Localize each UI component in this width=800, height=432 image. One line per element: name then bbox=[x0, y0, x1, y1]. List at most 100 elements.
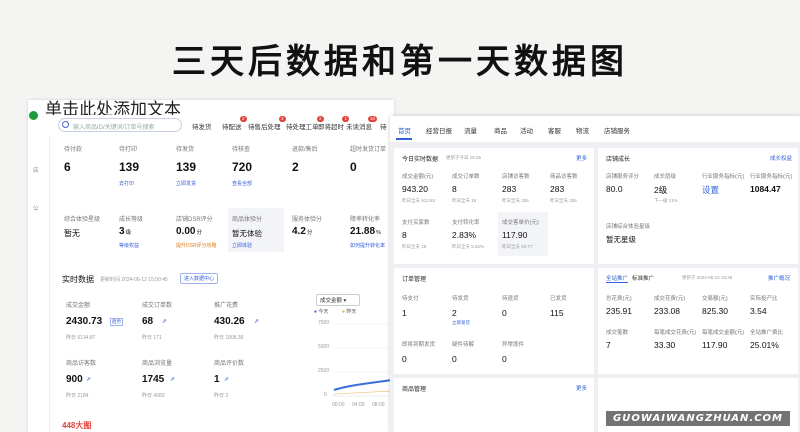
level-rights-link[interactable]: 等级权益 bbox=[119, 242, 139, 249]
cell-label: 即将到期发货 bbox=[402, 342, 436, 348]
nav-service[interactable]: 客服 bbox=[548, 125, 561, 135]
stat-label: 退款/售后 bbox=[292, 147, 318, 153]
cell-label: 成交客单价(元) bbox=[502, 220, 539, 226]
stat-value[interactable]: 0 bbox=[350, 160, 357, 174]
cell-label: 疑件待解 bbox=[452, 342, 475, 348]
experience-link[interactable]: 立即体验 bbox=[232, 242, 252, 249]
cell-value: 0 bbox=[502, 308, 507, 318]
tab-standard-ads[interactable]: 标准推广 bbox=[632, 274, 654, 282]
chart-icon[interactable]: ⇗ bbox=[170, 376, 175, 383]
chart-icon[interactable]: ⇗ bbox=[254, 318, 259, 325]
tab-delivery[interactable]: 待配送 2 bbox=[222, 116, 247, 131]
cell-sub: 昨日全天 18 bbox=[402, 244, 427, 249]
stat-label: 成长等级 bbox=[119, 217, 144, 223]
cell-label: 成交金额(元) bbox=[402, 174, 434, 180]
cell-value: 283 bbox=[550, 184, 565, 194]
chart-icon[interactable]: ⇗ bbox=[162, 318, 167, 325]
nav-traffic[interactable]: 流量 bbox=[464, 125, 477, 135]
cell-value: 2级 bbox=[654, 185, 668, 195]
cell-label: 待支付 bbox=[402, 296, 419, 302]
green-dot-marker bbox=[29, 111, 38, 120]
view-all-link[interactable]: 查看全部 bbox=[232, 180, 252, 187]
stat-value[interactable]: 139 bbox=[176, 160, 196, 174]
stat-label: 服务体验分 bbox=[292, 217, 323, 223]
stat-label: 待核查 bbox=[232, 147, 251, 153]
stat-value[interactable]: 720 bbox=[232, 160, 252, 174]
ship-now-link[interactable]: 立即发货 bbox=[452, 320, 470, 326]
stat-label: 障率转化率 bbox=[350, 217, 381, 223]
settings-link[interactable]: 设置 bbox=[702, 184, 719, 196]
updated-time: 更新于 2024-06-12 15:46 bbox=[682, 275, 733, 280]
cell-sub: 昨日全天 913.83 bbox=[402, 198, 436, 203]
tab-workorder[interactable]: 待处理工单 2 bbox=[286, 116, 324, 131]
tab-pending-ship[interactable]: 待发货 bbox=[192, 121, 212, 131]
stat-value: 0.00分 bbox=[176, 226, 202, 237]
search-input[interactable]: 输入商品ID/关键词/订单号搜索 bbox=[58, 118, 182, 132]
more-link[interactable]: 更多 bbox=[576, 384, 587, 392]
chart-icon[interactable]: ⇗ bbox=[86, 376, 91, 383]
metric-sub: 昨日 4083 bbox=[142, 393, 165, 399]
left-dashboard-screenshot: 输入商品ID/关键词/订单号搜索 待发货 待配送 2 待售后处理 3 待处理工单 2 … bbox=[28, 100, 394, 432]
tab-messages[interactable]: 未读消息 10 bbox=[346, 116, 377, 131]
conversion-guide-link[interactable]: 如何提升转化率 bbox=[350, 242, 385, 249]
placeholder-caption[interactable]: 单击此处添加文本 bbox=[45, 100, 181, 115]
y-tick: 2500 bbox=[318, 368, 330, 374]
nav-store-service[interactable]: 店铺服务 bbox=[604, 125, 630, 135]
tab-full-site-ads[interactable]: 全站推广 bbox=[606, 274, 629, 283]
nav-activity[interactable]: 活动 bbox=[520, 125, 533, 135]
sidebar-item[interactable]: 公 bbox=[33, 204, 39, 212]
cell-value: 暂无星级 bbox=[606, 235, 636, 244]
nav-daily-report[interactable]: 经营日报 bbox=[426, 125, 452, 135]
cell-value: 0 bbox=[452, 354, 457, 364]
nav-home[interactable]: 首页 bbox=[398, 125, 411, 135]
stat-value[interactable]: 2 bbox=[292, 160, 299, 174]
metric-label: 商品浏览量 bbox=[142, 361, 173, 367]
left-top-bar: 输入商品ID/关键词/订单号搜索 待发货 待配送 2 待售后处理 3 待处理工单 2 … bbox=[28, 114, 394, 136]
growth-rights-link[interactable]: 成长权益 bbox=[770, 154, 792, 162]
cell-label: 每笔成交花费(元) bbox=[654, 330, 697, 336]
cell-sub: 昨日全天 18 bbox=[452, 198, 477, 203]
metric-label: 商品评价数 bbox=[214, 361, 245, 367]
trend-badge[interactable]: 趋势 bbox=[110, 318, 123, 326]
metric-sub: 昨日 2 bbox=[214, 393, 229, 399]
cell-value: 33.30 bbox=[654, 340, 676, 350]
section-title: 实时数据 bbox=[62, 275, 94, 284]
nav-goods[interactable]: 商品 bbox=[494, 125, 507, 135]
tab-aftersale[interactable]: 待售后处理 3 bbox=[248, 116, 286, 131]
right-dashboard-screenshot: 首页 经营日报 流量 商品 活动 客服 物流 店铺服务 今日实时数据 更新于今日… bbox=[390, 116, 800, 432]
print-link[interactable]: 去打印 bbox=[119, 180, 134, 187]
cell-label: 店铺访客数 bbox=[502, 174, 530, 180]
stat-value[interactable]: 139 bbox=[119, 160, 139, 174]
ship-now-link[interactable]: 立即发货 bbox=[176, 180, 196, 187]
cell-value: 283 bbox=[502, 184, 517, 194]
left-sidebar: 店 公 bbox=[28, 136, 50, 432]
search-placeholder: 输入商品ID/关键词/订单号搜索 bbox=[73, 125, 155, 131]
sidebar-item[interactable]: 店 bbox=[33, 166, 39, 174]
tab-more[interactable]: 待 bbox=[380, 121, 387, 131]
y-tick: 7500 bbox=[318, 320, 330, 326]
cell-label: 每笔成交金额(元) bbox=[702, 330, 745, 336]
tab-timeout[interactable]: 即将超时 1 bbox=[318, 116, 349, 131]
ads-overview-link[interactable]: 推广概况 bbox=[768, 274, 790, 282]
chart-icon[interactable]: ⇗ bbox=[224, 376, 229, 383]
cell-label: 店铺综合体验星级 bbox=[606, 224, 651, 230]
y-tick: 0 bbox=[324, 392, 327, 398]
panel-title: 店铺成长 bbox=[606, 157, 631, 163]
data-center-button[interactable]: 进入数据中心 bbox=[180, 273, 219, 284]
cell-value: 117.90 bbox=[502, 230, 528, 240]
stat-label: 店铺DSR评分 bbox=[176, 217, 213, 223]
cell-sub: 昨日全天 50.77 bbox=[502, 244, 533, 249]
cell-value: 8 bbox=[402, 230, 407, 240]
y-tick: 5000 bbox=[318, 344, 330, 350]
stat-value: 暂无 bbox=[64, 229, 80, 238]
cell-label: 成交花费(元) bbox=[654, 296, 686, 302]
more-link[interactable]: 更多 bbox=[576, 154, 587, 162]
cell-sub: 下一级 21% bbox=[654, 198, 678, 203]
cell-value: 25.01% bbox=[750, 340, 779, 350]
metric-label: 成交订单数 bbox=[142, 303, 173, 309]
dsr-guide-link[interactable]: 提升DSR评分攻略 bbox=[176, 242, 217, 249]
metric-dropdown[interactable]: 成交金额 ▾ bbox=[316, 294, 360, 306]
nav-logistics[interactable]: 物流 bbox=[576, 125, 589, 135]
stat-value[interactable]: 6 bbox=[64, 160, 71, 174]
panel-title: 订单管理 bbox=[402, 277, 427, 283]
